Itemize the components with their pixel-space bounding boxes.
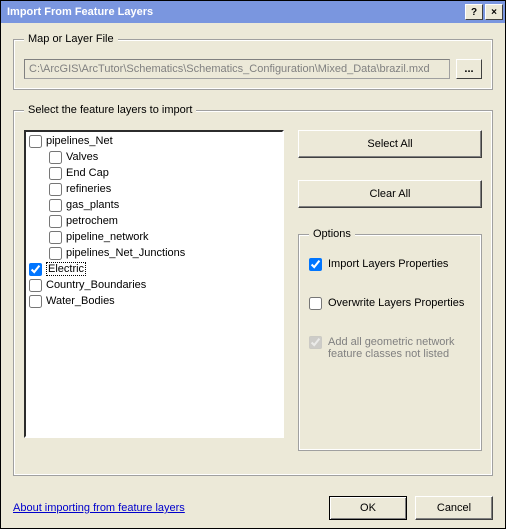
overwrite-props-checkbox[interactable] [309, 297, 322, 310]
overwrite-props-label: Overwrite Layers Properties [328, 297, 464, 309]
list-item[interactable]: Country_Boundaries [27, 277, 281, 293]
browse-button[interactable]: ... [456, 59, 482, 79]
list-item[interactable]: pipelines_Net [27, 133, 281, 149]
layer-label: pipelines_Net_Junctions [66, 247, 185, 259]
layer-checkbox[interactable] [29, 263, 42, 276]
options-group: Options Import Layers Properties Overwri… [298, 228, 482, 451]
dialog-footer: About importing from feature layers OK C… [13, 490, 493, 520]
layer-checkbox[interactable] [29, 135, 42, 148]
layer-label: Country_Boundaries [46, 279, 146, 291]
map-path-input [24, 59, 450, 79]
add-geom-row: Add all geometric network feature classe… [309, 336, 471, 360]
overwrite-props-row[interactable]: Overwrite Layers Properties [309, 297, 471, 310]
list-item[interactable]: Valves [27, 149, 281, 165]
add-geom-checkbox [309, 336, 322, 349]
layer-label: End Cap [66, 167, 109, 179]
options-legend: Options [309, 228, 355, 240]
list-item[interactable]: pipelines_Net_Junctions [27, 245, 281, 261]
add-geom-label: Add all geometric network feature classe… [328, 336, 471, 360]
layer-checkbox[interactable] [29, 295, 42, 308]
layer-label: pipelines_Net [46, 135, 113, 147]
select-all-button[interactable]: Select All [298, 130, 482, 158]
layer-checkbox[interactable] [49, 151, 62, 164]
layer-label: pipeline_network [66, 231, 149, 243]
list-item[interactable]: Water_Bodies [27, 293, 281, 309]
import-props-checkbox[interactable] [309, 258, 322, 271]
clear-all-button[interactable]: Clear All [298, 180, 482, 208]
layer-label: petrochem [66, 215, 118, 227]
list-item[interactable]: pipeline_network [27, 229, 281, 245]
list-item[interactable]: End Cap [27, 165, 281, 181]
help-link[interactable]: About importing from feature layers [13, 502, 321, 514]
layer-checkbox[interactable] [29, 279, 42, 292]
layer-label: refineries [66, 183, 111, 195]
titlebar: Import From Feature Layers ? × [1, 1, 505, 23]
help-button[interactable]: ? [465, 4, 483, 20]
import-props-label: Import Layers Properties [328, 258, 448, 270]
select-layers-group: Select the feature layers to import pipe… [13, 104, 493, 476]
layer-checkbox[interactable] [49, 167, 62, 180]
map-file-legend: Map or Layer File [24, 33, 118, 45]
layer-checkbox[interactable] [49, 183, 62, 196]
layer-checkbox[interactable] [49, 231, 62, 244]
dialog-title: Import From Feature Layers [7, 6, 463, 18]
layer-label: gas_plants [66, 199, 119, 211]
close-button[interactable]: × [485, 4, 503, 20]
layer-label: Electric [46, 262, 86, 276]
list-item[interactable]: Electric [27, 261, 281, 277]
list-item[interactable]: petrochem [27, 213, 281, 229]
layer-label: Valves [66, 151, 98, 163]
layer-checkbox[interactable] [49, 199, 62, 212]
layer-checkbox[interactable] [49, 215, 62, 228]
import-props-row[interactable]: Import Layers Properties [309, 258, 471, 271]
cancel-button[interactable]: Cancel [415, 496, 493, 520]
layer-listbox[interactable]: pipelines_Net Valves End Cap refineries gas_… [24, 130, 284, 438]
layer-label: Water_Bodies [46, 295, 115, 307]
ok-button[interactable]: OK [329, 496, 407, 520]
list-item[interactable]: gas_plants [27, 197, 281, 213]
list-item[interactable]: refineries [27, 181, 281, 197]
select-layers-legend: Select the feature layers to import [24, 104, 196, 116]
map-file-group: Map or Layer File ... [13, 33, 493, 90]
layer-checkbox[interactable] [49, 247, 62, 260]
